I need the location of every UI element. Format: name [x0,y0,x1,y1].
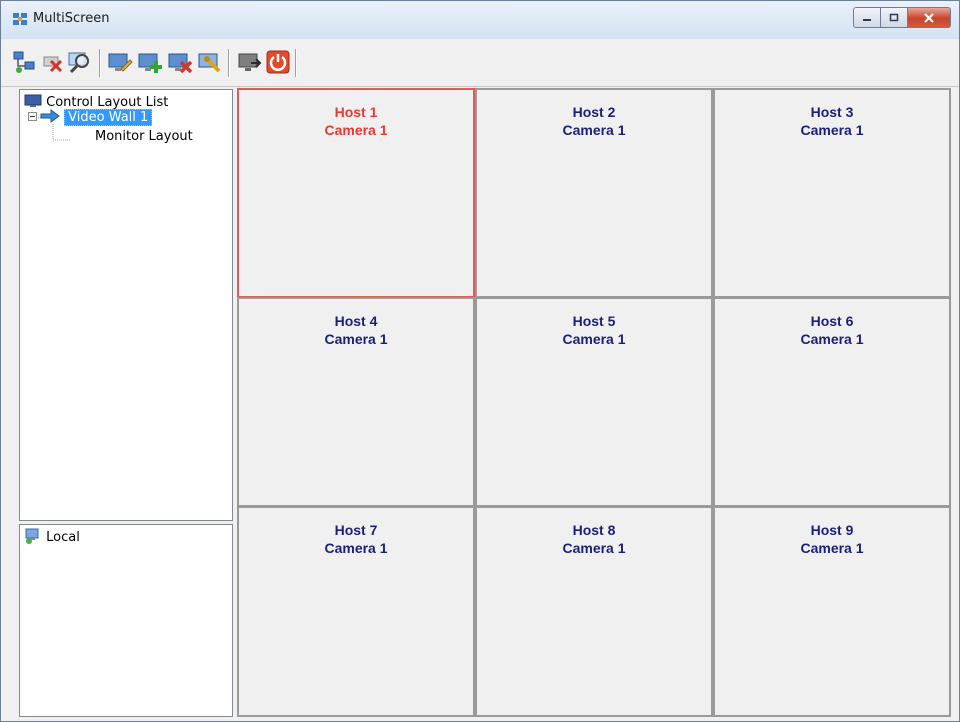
cell-camera-label: Camera 1 [562,540,626,556]
cell-camera-label: Camera 1 [800,540,864,556]
cell-camera-label: Camera 1 [562,122,626,138]
maximize-button[interactable] [880,7,908,28]
video-wall-grid: Host 1 Camera 1 Host 2 Camera 1 Host 3 Camera… [237,88,951,717]
edit-monitor-icon[interactable] [107,49,133,75]
collapse-icon[interactable] [28,112,37,121]
cell-camera-label: Camera 1 [562,331,626,347]
power-icon[interactable] [265,49,291,75]
cell-camera-label: Camera 1 [800,331,864,347]
title-bar[interactable]: MultiScreen [1,1,959,39]
disconnect-icon[interactable] [39,49,65,75]
search-monitor-icon[interactable] [67,49,93,75]
toolbar [1,39,959,87]
cell-camera-label: Camera 1 [324,122,388,138]
tree-root-label: Control Layout List [46,95,169,110]
caption-buttons [853,7,951,28]
multiscreen-window: MultiScreen Control Layout List Video Wa… [0,0,960,722]
monitor-cell[interactable]: Host 9 Camera 1 [713,506,951,717]
cell-host-label: Host 2 [572,104,616,120]
host-tree-panel[interactable]: Local [19,524,233,717]
tree-item-control-layout-list[interactable]: Control Layout List [24,94,168,110]
tree-item-local[interactable]: Local [24,528,80,545]
app-icon [13,13,27,25]
cell-host-label: Host 8 [572,522,616,538]
tree-wall-label: Video Wall 1 [64,109,153,126]
maximize-icon [881,8,907,27]
network-tree-icon[interactable] [11,49,37,75]
close-button[interactable] [907,7,951,28]
tree-item-monitor-layout[interactable]: Monitor Layout [95,129,193,144]
cell-host-label: Host 9 [810,522,854,538]
monitor-cell[interactable]: Host 6 Camera 1 [713,297,951,507]
cell-host-label: Host 3 [810,104,854,120]
layout-tree-panel[interactable]: Control Layout List Video Wall 1 Monitor… [19,89,233,521]
toolbar-separator [99,49,100,77]
delete-monitor-icon[interactable] [167,49,193,75]
close-icon [908,8,950,27]
cell-host-label: Host 7 [334,522,378,538]
monitor-settings-icon[interactable] [197,49,223,75]
monitor-cell[interactable]: Host 1 Camera 1 [237,88,475,298]
cell-camera-label: Camera 1 [324,540,388,556]
monitor-cell[interactable]: Host 5 Camera 1 [475,297,713,507]
toolbar-separator [295,49,296,77]
monitor-cell[interactable]: Host 7 Camera 1 [237,506,475,717]
arrow-right-icon [40,109,60,123]
monitor-cell[interactable]: Host 3 Camera 1 [713,88,951,298]
minimize-button[interactable] [853,7,881,28]
network-computer-icon [25,528,39,544]
cell-host-label: Host 1 [334,104,378,120]
toolbar-separator [228,49,229,77]
monitor-cell[interactable]: Host 2 Camera 1 [475,88,713,298]
minimize-icon [854,8,880,27]
monitor-export-icon[interactable] [237,49,263,75]
cell-host-label: Host 4 [334,313,378,329]
monitor-icon [24,94,42,107]
window-title: MultiScreen [33,11,110,26]
add-monitor-icon[interactable] [137,49,163,75]
monitor-cell[interactable]: Host 8 Camera 1 [475,506,713,717]
tree-item-video-wall[interactable]: Video Wall 1 [40,109,153,126]
cell-host-label: Host 5 [572,313,616,329]
cell-camera-label: Camera 1 [324,331,388,347]
host-root-label: Local [46,530,80,545]
cell-camera-label: Camera 1 [800,122,864,138]
cell-host-label: Host 6 [810,313,854,329]
tree-child-label: Monitor Layout [95,129,193,144]
client-area: Control Layout List Video Wall 1 Monitor… [1,87,959,721]
monitor-cell[interactable]: Host 4 Camera 1 [237,297,475,507]
